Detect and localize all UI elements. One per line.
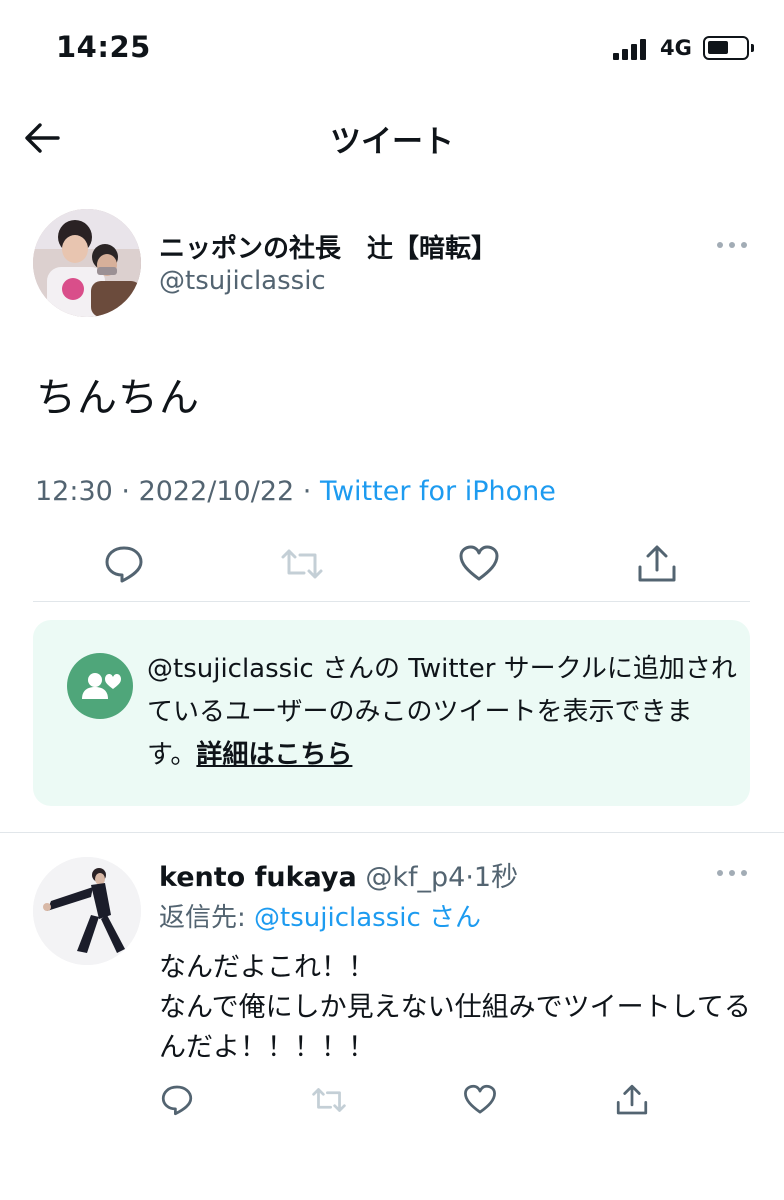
meta-separator: · [112,476,139,507]
reply-header: kento fukaya @kf_p4·1秒 [159,855,518,894]
battery-nub [751,44,754,52]
divider [0,832,784,833]
page-title: ツイート [330,124,454,160]
reply-button[interactable] [160,1083,194,1121]
reply-to-suffix: さん [429,903,482,933]
tweet-text: ちんちん [36,375,200,421]
tweet-source-link[interactable]: Twitter for iPhone [320,476,556,507]
reply-to-label: 返信先: [159,903,255,933]
reply-author-avatar[interactable] [33,857,141,965]
share-button[interactable] [615,1083,649,1121]
reply-text-line: なんで俺にしか見えない仕組みでツイートしてるんだよ！！！！！ [159,992,751,1063]
retweet-icon [281,549,323,579]
reply-text-line: なんだよこれ！！ [159,952,375,983]
like-button[interactable] [458,543,500,589]
status-time: 14:25 [56,30,151,64]
circle-notice-text: @tsujiclassic さんの Twitter サークルに追加されているユー… [147,648,737,777]
retweet-button [311,1083,347,1121]
retweet-button [280,543,324,589]
reply-author-name[interactable]: kento fukaya [159,862,357,893]
twitter-circle-notice: @tsujiclassic さんの Twitter サークルに追加されているユー… [33,620,750,806]
reply-icon [161,1085,193,1116]
share-icon [638,545,676,582]
reply-to-line: 返信先: @tsujiclassic さん [159,897,481,934]
divider [33,601,750,602]
author-avatar[interactable] [33,209,141,317]
share-button[interactable] [636,543,678,589]
more-options-icon[interactable] [715,238,749,252]
like-button[interactable] [463,1083,497,1121]
reply-to-handle-link[interactable]: @tsujiclassic [254,903,421,933]
header: ツイート [0,96,784,180]
like-icon [464,1084,496,1114]
retweet-icon [312,1088,346,1112]
avatar-photo-icon [33,857,141,965]
battery-icon [703,36,749,60]
tweet-metadata: 12:30 · 2022/10/22 · Twitter for iPhone [35,476,556,507]
meta-separator: · [465,862,474,893]
author-handle[interactable]: @tsujiclassic [159,266,326,296]
network-type: 4G [660,36,692,60]
reply-author-handle[interactable]: @kf_p4 [365,862,465,893]
twitter-circle-icon [67,653,133,719]
like-icon [459,545,499,581]
cellular-signal-icon [613,38,651,60]
reply-text: なんだよこれ！！ なんで俺にしか見えない仕組みでツイートしてるんだよ！！！！！ [159,948,759,1068]
status-bar: 14:25 4G [0,0,784,96]
author-name[interactable]: ニッポンの社長 辻【暗転】 [159,228,497,265]
reply-time[interactable]: 1秒 [474,862,518,893]
reply-button[interactable] [103,543,145,589]
meta-separator: · [294,476,320,507]
avatar-photo-icon [33,209,141,317]
reply-icon [105,546,143,583]
more-options-icon[interactable] [715,866,749,880]
tweet-time: 12:30 [35,476,113,507]
details-link[interactable]: 詳細はこちら [196,740,352,770]
share-icon [616,1084,648,1115]
tweet-date: 2022/10/22 [138,476,295,507]
